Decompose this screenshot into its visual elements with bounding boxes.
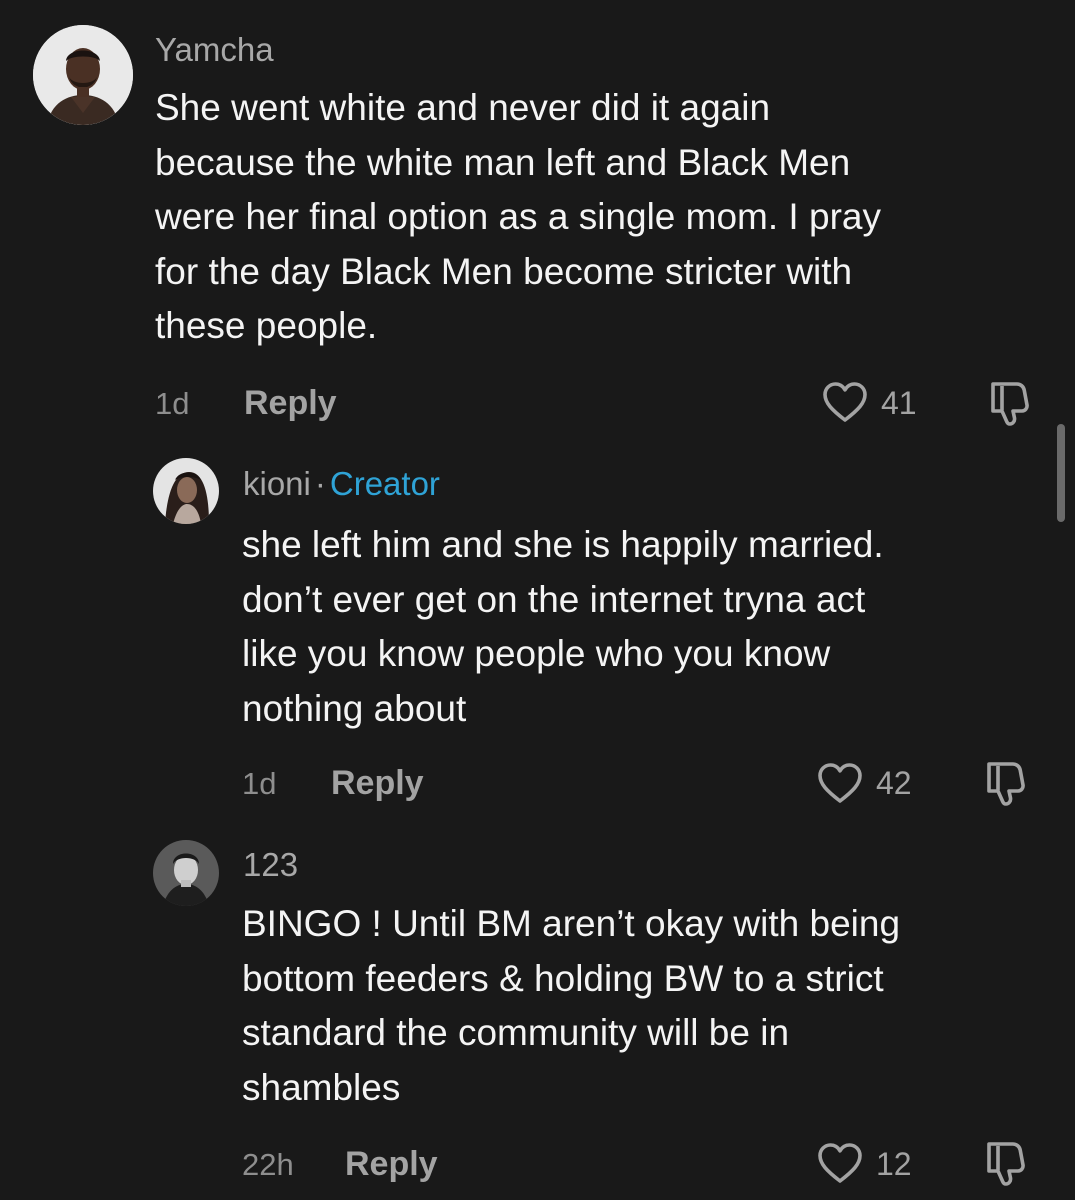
thumbs-down-outline-icon (991, 382, 1029, 426)
avatar[interactable] (33, 25, 133, 125)
comment-text-line: nothing about (242, 687, 467, 729)
username-text[interactable]: kioni (243, 465, 311, 502)
comment-timestamp: 1d (155, 386, 190, 421)
username-text[interactable]: 123 (243, 846, 298, 883)
like-button[interactable] (822, 381, 868, 423)
dislike-button[interactable] (980, 758, 1028, 806)
comment-text: she left him and she is happily married.… (242, 518, 1075, 736)
thumbs-down-outline-icon (987, 1142, 1025, 1186)
comment-text-line: like you know people who you know (242, 633, 831, 674)
comment-text-line: were her final option as a single mom. I… (155, 196, 881, 237)
dislike-button[interactable] (980, 1138, 1028, 1186)
comment-username[interactable]: kioni · Creator (243, 467, 440, 500)
heart-outline-icon (818, 763, 862, 803)
comment-username[interactable]: Yamcha (155, 33, 274, 66)
comment-text-line: these people. (155, 305, 378, 346)
comment-text-line: bottom feeders & holding BW to a strict (242, 957, 884, 999)
heart-outline-icon (818, 1143, 862, 1183)
scrollbar-thumb[interactable] (1057, 424, 1065, 522)
comment-timestamp: 1d (242, 766, 277, 801)
like-button[interactable] (817, 762, 863, 804)
separator-dot: · (314, 465, 326, 502)
comment-timestamp: 22h (242, 1147, 294, 1182)
like-count: 42 (876, 765, 912, 801)
reply-button[interactable]: Reply (331, 766, 424, 800)
thumbs-down-outline-icon (987, 762, 1025, 806)
comment-username[interactable]: 123 (243, 848, 298, 881)
dislike-button[interactable] (984, 378, 1032, 426)
username-text[interactable]: Yamcha (155, 31, 274, 68)
comment-text-line: she left him and she is happily married. (242, 524, 884, 565)
reply-button[interactable]: Reply (244, 386, 337, 420)
creator-badge: Creator (329, 465, 440, 502)
comment-text-line: shambles (242, 1066, 401, 1108)
avatar[interactable] (153, 458, 219, 524)
avatar-man-bw-portrait-icon (153, 840, 219, 906)
comment-text-line: don’t ever get on the internet tryna act (242, 578, 866, 620)
comment-text-line: standard the community will be in (242, 1012, 790, 1053)
reply-button[interactable]: Reply (345, 1147, 438, 1181)
comment-text-line: for the day Black Men become stricter wi… (155, 250, 853, 292)
avatar[interactable] (153, 840, 219, 906)
like-button[interactable] (817, 1142, 863, 1184)
avatar-woman-portrait-icon (153, 458, 219, 524)
comment-text-line: BINGO ! Until BM aren’t okay with being (242, 903, 901, 944)
comment-text-line: She went white and never did it again (155, 87, 771, 128)
heart-outline-icon (823, 382, 867, 422)
comment-text: She went white and never did it again be… (155, 81, 1015, 354)
comment-text-line: because the white man left and Black Men (155, 141, 851, 183)
avatar-man-portrait-icon (33, 25, 133, 125)
like-count: 41 (881, 385, 917, 421)
comment-text: BINGO ! Until BM aren’t okay with being … (242, 897, 1075, 1115)
like-count: 12 (876, 1146, 912, 1182)
